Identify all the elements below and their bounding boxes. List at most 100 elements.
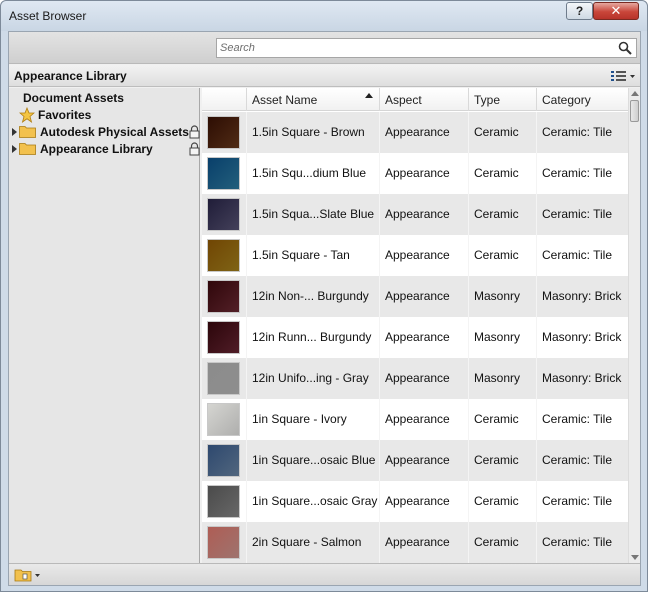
- tree-item-appearance-library[interactable]: Appearance Library: [12, 141, 200, 158]
- asset-name-cell: 1.5in Squ...dium Blue: [252, 166, 367, 180]
- category-cell: Masonry: Brick: [542, 289, 622, 303]
- table-row[interactable]: 1.5in Square - Tan Appearance Ceramic Ceram…: [202, 235, 628, 276]
- table-row[interactable]: 12in Non-... Burgundy Appearance Masonry Ma…: [202, 276, 628, 317]
- asset-name-cell: 1.5in Square - Brown: [252, 125, 365, 139]
- column-separator: [468, 153, 469, 194]
- column-separator: [468, 358, 469, 399]
- material-swatch: [207, 157, 240, 190]
- aspect-cell: Appearance: [385, 535, 450, 549]
- expand-arrow-icon[interactable]: [12, 145, 17, 153]
- scrollbar-thumb[interactable]: [630, 100, 639, 122]
- aspect-cell: Appearance: [385, 166, 450, 180]
- table-row[interactable]: 2in Square - Salmon Appearance Ceramic Cera…: [202, 522, 628, 563]
- material-swatch: [207, 403, 240, 436]
- column-separator: [246, 358, 247, 399]
- close-button[interactable]: ✕: [593, 2, 639, 20]
- asset-name-cell: 1.5in Squa...Slate Blue: [252, 207, 375, 221]
- column-header-label: Type: [474, 93, 501, 107]
- column-header-type[interactable]: Type: [468, 88, 536, 111]
- column-separator: [468, 317, 469, 358]
- expand-arrow-icon[interactable]: [12, 128, 17, 136]
- column-header-label: Aspect: [385, 93, 422, 107]
- client-area: Appearance Library Document Assets Favor…: [8, 31, 641, 586]
- column-separator: [536, 317, 537, 358]
- manage-library-icon[interactable]: [13, 567, 43, 583]
- column-separator: [246, 317, 247, 358]
- list-view-icon[interactable]: [609, 68, 637, 84]
- window-title: Asset Browser: [9, 9, 87, 23]
- column-separator: [536, 481, 537, 522]
- column-header-thumbnail[interactable]: [202, 88, 246, 111]
- material-swatch: [207, 362, 240, 395]
- type-cell: Ceramic: [474, 166, 519, 180]
- scroll-down-icon[interactable]: [631, 555, 639, 560]
- scroll-up-icon[interactable]: [631, 91, 639, 96]
- category-cell: Ceramic: Tile: [542, 412, 613, 426]
- column-separator: [468, 235, 469, 276]
- column-separator: [536, 235, 537, 276]
- aspect-cell: Appearance: [385, 330, 450, 344]
- search-input[interactable]: [220, 41, 610, 55]
- material-swatch: [207, 485, 240, 518]
- table-row[interactable]: 1in Square...osaic Gray Appearance Ceramic…: [202, 481, 628, 522]
- table-row[interactable]: 1.5in Square - Brown Appearance Ceramic Cer…: [202, 112, 628, 153]
- aspect-cell: Appearance: [385, 494, 450, 508]
- table-row[interactable]: 1.5in Squ...dium Blue Appearance Ceramic Ce…: [202, 153, 628, 194]
- folder-icon: [19, 143, 36, 155]
- column-separator: [536, 194, 537, 235]
- vertical-scrollbar[interactable]: [628, 88, 640, 563]
- column-header-label: Asset Name: [252, 93, 318, 107]
- table-row[interactable]: 1in Square - Ivory Appearance Ceramic Ceram…: [202, 399, 628, 440]
- table-row[interactable]: 1.5in Squa...Slate Blue Appearance Ceramic…: [202, 194, 628, 235]
- search-bar: [9, 32, 640, 64]
- category-cell: Masonry: Brick: [542, 371, 622, 385]
- column-separator: [379, 317, 380, 358]
- tree-item-label: Appearance Library: [40, 142, 153, 156]
- table-row[interactable]: 1in Square...osaic Blue Appearance Ceramic…: [202, 440, 628, 481]
- column-separator: [246, 399, 247, 440]
- column-separator: [379, 399, 380, 440]
- column-separator: [379, 440, 380, 481]
- column-separator: [246, 153, 247, 194]
- type-cell: Masonry: [474, 371, 521, 385]
- aspect-cell: Appearance: [385, 412, 450, 426]
- aspect-cell: Appearance: [385, 125, 450, 139]
- lock-icon: [189, 125, 200, 139]
- tree-item-autodesk-physical-assets[interactable]: Autodesk Physical Assets: [12, 124, 200, 141]
- column-separator: [246, 522, 247, 563]
- library-tree: Document Assets Favorites Autodesk Physi…: [9, 88, 200, 563]
- library-header: Appearance Library: [9, 65, 640, 87]
- column-header-category[interactable]: Category: [536, 88, 628, 111]
- sort-ascending-icon: [365, 93, 373, 98]
- column-header-aspect[interactable]: Aspect: [379, 88, 468, 111]
- column-separator: [246, 235, 247, 276]
- library-title: Appearance Library: [14, 69, 127, 83]
- column-separator: [536, 522, 537, 563]
- type-cell: Ceramic: [474, 535, 519, 549]
- title-bar[interactable]: Asset Browser ? ✕: [1, 1, 647, 31]
- help-button[interactable]: ?: [566, 2, 593, 20]
- column-separator: [379, 153, 380, 194]
- search-icon[interactable]: [618, 41, 632, 55]
- column-separator: [536, 276, 537, 317]
- category-cell: Ceramic: Tile: [542, 453, 613, 467]
- column-separator: [246, 481, 247, 522]
- column-separator: [468, 522, 469, 563]
- category-cell: Ceramic: Tile: [542, 166, 613, 180]
- type-cell: Masonry: [474, 330, 521, 344]
- table-row[interactable]: 12in Unifo...ing - Gray Appearance Masonry…: [202, 358, 628, 399]
- column-header-asset-name[interactable]: Asset Name: [246, 88, 379, 111]
- material-swatch: [207, 444, 240, 477]
- table-row[interactable]: 12in Runn... Burgundy Appearance Masonry Ma…: [202, 317, 628, 358]
- column-separator: [468, 112, 469, 153]
- column-separator: [536, 358, 537, 399]
- column-separator: [379, 522, 380, 563]
- search-box[interactable]: [216, 38, 637, 58]
- asset-name-cell: 1in Square...osaic Gray: [252, 494, 378, 508]
- grid-header: Asset Name Aspect Type Category: [202, 88, 628, 111]
- asset-browser-window: Asset Browser ? ✕ Appearance Library: [0, 0, 648, 592]
- category-cell: Masonry: Brick: [542, 330, 622, 344]
- material-swatch: [207, 198, 240, 231]
- column-separator: [468, 440, 469, 481]
- type-cell: Ceramic: [474, 248, 519, 262]
